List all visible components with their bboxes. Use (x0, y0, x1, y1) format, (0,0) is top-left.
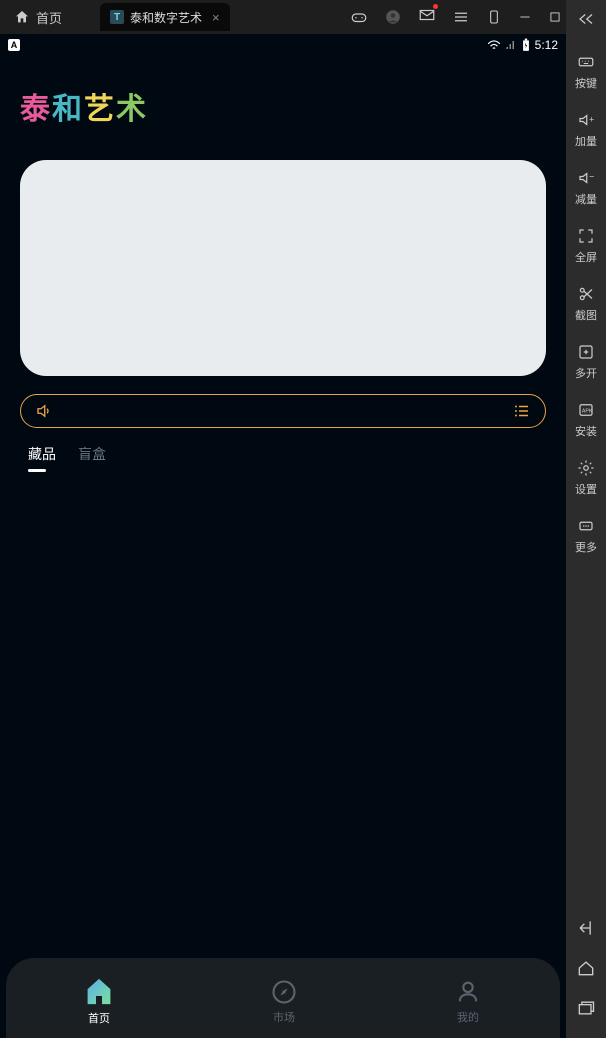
svg-text:APK: APK (582, 408, 593, 414)
tab-label: 盲盒 (78, 446, 106, 462)
minimize-icon[interactable] (518, 10, 532, 24)
sidebar-collapse-icon[interactable] (577, 6, 595, 43)
nav-profile[interactable]: 我的 (454, 978, 482, 1025)
speaker-icon (35, 402, 53, 420)
sidebar-tool-keyboard[interactable]: 按键 (566, 43, 606, 101)
sidebar-tool-label: 截图 (575, 307, 597, 323)
sidebar-tool-label: 全屏 (575, 249, 597, 265)
browser-home-button[interactable]: 首页 (6, 8, 70, 27)
nav-home[interactable]: 首页 (84, 977, 114, 1026)
sidebar-tool-more[interactable]: 更多 (566, 507, 606, 565)
svg-text:−: − (589, 172, 594, 182)
back-icon[interactable] (576, 918, 596, 938)
recent-apps-icon[interactable] (576, 998, 596, 1018)
nav-home-icon[interactable] (576, 958, 596, 978)
browser-right-controls (350, 6, 600, 29)
browser-bar: 首页 T 泰和数字艺术 × (0, 0, 606, 34)
tab-blindbox[interactable]: 盲盒 (78, 444, 106, 472)
sidebar-tool-label: 更多 (575, 539, 597, 555)
content-tabs: 藏品 盲盒 (0, 428, 566, 472)
announcement-bar[interactable] (20, 394, 546, 428)
tab-label: 藏品 (28, 446, 56, 462)
app-logo-text: 泰和艺术 (20, 93, 148, 126)
keyboard-icon (577, 53, 595, 71)
sidebar-tool-volume-up[interactable]: + 加量 (566, 101, 606, 159)
home-icon (84, 977, 114, 1007)
signal-icon (505, 39, 517, 51)
emulator-sidebar: 按键 + 加量 − 减量 全屏 截图 多开 APK 安装 设置 更多 (566, 0, 606, 1038)
apk-icon: APK (577, 401, 595, 419)
list-icon[interactable] (513, 402, 531, 420)
user-icon (454, 978, 482, 1006)
sidebar-tool-label: 按键 (575, 75, 597, 91)
sidebar-tool-multi[interactable]: 多开 (566, 333, 606, 391)
volume-down-icon: − (577, 169, 595, 187)
status-app-badge: A (8, 39, 20, 51)
scissors-icon (577, 285, 595, 303)
sidebar-tool-label: 加量 (575, 133, 597, 149)
status-bar: A 5:12 (0, 34, 566, 56)
nav-label: 首页 (88, 1010, 110, 1026)
bottom-nav: 首页 市场 我的 (6, 958, 560, 1038)
phone-icon[interactable] (486, 9, 502, 25)
sidebar-tool-install[interactable]: APK 安装 (566, 391, 606, 449)
multi-window-icon (577, 343, 595, 361)
tab-title: 泰和数字艺术 (130, 9, 202, 26)
nav-label: 我的 (457, 1009, 479, 1025)
hamburger-icon[interactable] (452, 8, 470, 26)
sidebar-tool-volume-down[interactable]: − 减量 (566, 159, 606, 217)
home-icon (14, 9, 30, 25)
settings-icon (577, 459, 595, 477)
notification-dot-icon (433, 4, 438, 9)
notifications-button[interactable] (418, 6, 436, 29)
sidebar-tool-label: 多开 (575, 365, 597, 381)
volume-up-icon: + (577, 111, 595, 129)
wifi-icon (487, 39, 501, 51)
sidebar-tool-label: 安装 (575, 423, 597, 439)
user-circle-icon[interactable] (384, 8, 402, 26)
tab-close-icon[interactable]: × (212, 10, 220, 25)
battery-icon (521, 38, 531, 52)
sidebar-tool-label: 减量 (575, 191, 597, 207)
status-time: 5:12 (535, 38, 558, 52)
nav-label: 市场 (273, 1009, 295, 1025)
app-viewport: A 5:12 泰和艺术 藏品 盲盒 首页 市场 (0, 34, 566, 1038)
sidebar-tool-label: 设置 (575, 481, 597, 497)
svg-text:+: + (589, 114, 594, 124)
gamepad-icon[interactable] (350, 8, 368, 26)
browser-tab[interactable]: T 泰和数字艺术 × (100, 3, 230, 31)
sidebar-tool-fullscreen[interactable]: 全屏 (566, 217, 606, 275)
fullscreen-icon (577, 227, 595, 245)
more-icon (577, 517, 595, 535)
browser-home-label: 首页 (36, 8, 62, 27)
sidebar-tool-settings[interactable]: 设置 (566, 449, 606, 507)
nav-market[interactable]: 市场 (270, 978, 298, 1025)
maximize-icon[interactable] (548, 10, 562, 24)
tab-favicon: T (110, 10, 124, 24)
sidebar-tool-screenshot[interactable]: 截图 (566, 275, 606, 333)
compass-icon (270, 978, 298, 1006)
app-logo: 泰和艺术 (0, 56, 566, 136)
tab-collectibles[interactable]: 藏品 (28, 444, 56, 472)
hero-banner[interactable] (20, 160, 546, 376)
